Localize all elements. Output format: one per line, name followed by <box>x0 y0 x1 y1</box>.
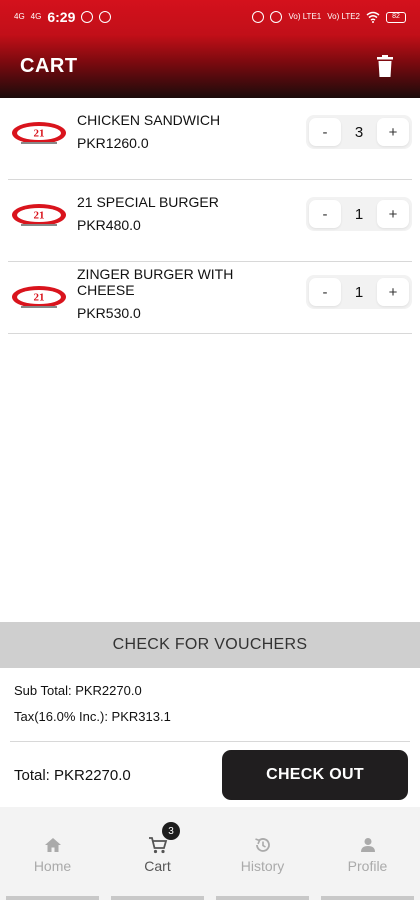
hotspot-icon <box>270 11 283 23</box>
nav-profile-label: Profile <box>347 858 388 874</box>
increase-button[interactable]: + <box>377 118 409 146</box>
nav-indicator <box>111 896 204 900</box>
alarm-icon <box>252 11 265 23</box>
item-price: PKR480.0 <box>77 217 141 233</box>
cart-item: 21 21 SPECIAL BURGER PKR480.0 - 1 + <box>8 180 412 262</box>
nav-indicator <box>321 896 414 900</box>
restaurant-logo: 21 <box>12 286 66 308</box>
app-header: CART <box>0 34 420 98</box>
divider <box>10 741 410 742</box>
svg-text:21: 21 <box>34 210 45 222</box>
tax: Tax(16.0% Inc.): PKR313.1 <box>14 709 171 724</box>
decrease-button[interactable]: - <box>309 278 341 306</box>
decrease-button[interactable]: - <box>309 200 341 228</box>
nav-home[interactable]: Home <box>0 807 105 900</box>
restaurant-logo: 21 <box>12 122 66 144</box>
nav-history[interactable]: History <box>210 807 315 900</box>
clock: 6:29 <box>47 9 76 25</box>
quantity-stepper: - 3 + <box>306 115 412 149</box>
cart-count-badge: 3 <box>162 822 180 840</box>
check-vouchers-button[interactable]: CHECK FOR VOUCHERS <box>0 622 420 668</box>
quantity-stepper: - 1 + <box>306 197 412 231</box>
nav-home-label: Home <box>33 858 72 874</box>
nav-history-label: History <box>240 858 285 874</box>
profile-icon <box>360 838 375 852</box>
total: Total: PKR2270.0 <box>14 767 131 784</box>
svg-text:21: 21 <box>34 292 45 304</box>
page-title: CART <box>20 54 78 77</box>
quantity-value: 1 <box>354 283 364 301</box>
home-icon <box>44 838 61 852</box>
nav-indicator <box>6 896 99 900</box>
network-indicator: 4G <box>30 12 42 21</box>
whatsapp-icon <box>99 11 112 23</box>
checkout-button[interactable]: CHECK OUT <box>222 750 408 800</box>
restaurant-logo: 21 <box>12 204 66 226</box>
wifi-icon <box>366 11 380 23</box>
nav-cart-label: Cart <box>144 858 171 874</box>
network-indicator: Vo) LTE1 <box>288 12 322 21</box>
item-name: ZINGER BURGER WITH CHEESE <box>77 266 234 298</box>
svg-text:21: 21 <box>34 128 45 140</box>
notification-icon <box>81 11 94 23</box>
quantity-stepper: - 1 + <box>306 275 412 309</box>
bottom-nav: Home Cart 3 History Profile <box>0 807 420 900</box>
subtotal: Sub Total: PKR2270.0 <box>14 683 142 698</box>
item-name: CHICKEN SANDWICH <box>77 112 221 128</box>
battery-indicator: 82 <box>386 11 406 23</box>
quantity-value: 3 <box>354 123 364 141</box>
cart-list: 21 CHICKEN SANDWICH PKR1260.0 - 3 + 21 2… <box>0 98 420 334</box>
increase-button[interactable]: + <box>377 200 409 228</box>
item-name: 21 SPECIAL BURGER <box>77 194 219 210</box>
increase-button[interactable]: + <box>377 278 409 306</box>
nav-profile[interactable]: Profile <box>315 807 420 900</box>
quantity-value: 1 <box>354 205 364 223</box>
item-price: PKR1260.0 <box>77 135 149 151</box>
network-indicator: Vo) LTE2 <box>327 12 360 21</box>
network-indicator: 4G <box>14 12 25 21</box>
history-icon <box>254 838 270 852</box>
decrease-button[interactable]: - <box>309 118 341 146</box>
status-bar: 4G 4G 6:29 Vo) LTE1 Vo) LTE2 82 <box>0 0 420 34</box>
nav-cart[interactable]: Cart 3 <box>105 807 210 900</box>
cart-item: 21 CHICKEN SANDWICH PKR1260.0 - 3 + <box>8 98 412 180</box>
cart-item: 21 ZINGER BURGER WITH CHEESE PKR530.0 - … <box>8 262 412 334</box>
nav-indicator <box>216 896 309 900</box>
trash-icon[interactable] <box>370 51 400 81</box>
item-price: PKR530.0 <box>77 305 141 321</box>
